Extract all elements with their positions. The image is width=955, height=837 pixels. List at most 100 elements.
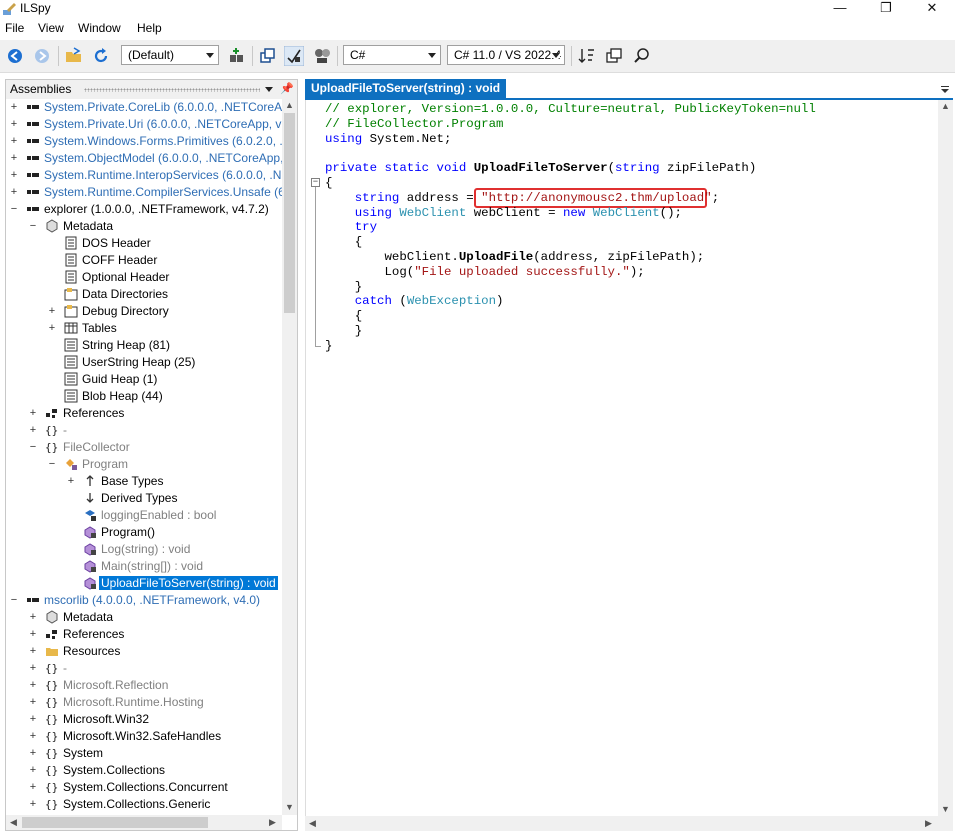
tree-node[interactable]: UploadFileToServer(string) : void bbox=[6, 575, 282, 592]
minimize-button[interactable]: — bbox=[817, 0, 863, 18]
scroll-left-icon[interactable]: ◀ bbox=[10, 817, 17, 828]
language-select[interactable]: C# bbox=[343, 45, 441, 65]
panel-options-chevron-icon[interactable] bbox=[265, 87, 273, 92]
assembly-tree[interactable]: + System.Private.CoreLib (6.0.0.0, .NETCo… bbox=[6, 99, 282, 815]
expand-icon[interactable]: + bbox=[29, 748, 37, 759]
pin-icon[interactable]: 📌 bbox=[280, 82, 294, 95]
scroll-down-icon[interactable]: ▼ bbox=[941, 804, 950, 814]
menu-help[interactable]: Help bbox=[137, 21, 162, 35]
tree-node[interactable]: COFF Header bbox=[6, 252, 282, 269]
tree-node[interactable]: + {} Microsoft.Win32 bbox=[6, 711, 282, 728]
collapse-icon[interactable]: − bbox=[10, 595, 18, 606]
tree-node[interactable]: Main(string[]) : void bbox=[6, 558, 282, 575]
back-icon[interactable] bbox=[5, 46, 25, 66]
expand-icon[interactable]: + bbox=[29, 765, 37, 776]
tree-node[interactable]: + {} System.Collections bbox=[6, 762, 282, 779]
scroll-left-icon[interactable]: ◀ bbox=[309, 818, 316, 829]
code-view[interactable]: − // explorer, Version=1.0.0.0, Culture=… bbox=[305, 100, 939, 816]
tree-node[interactable]: − explorer (1.0.0.0, .NETFramework, v4.7.… bbox=[6, 201, 282, 218]
expand-icon[interactable]: + bbox=[10, 102, 18, 113]
fold-toggle-icon[interactable]: − bbox=[311, 178, 320, 187]
expand-icon[interactable]: + bbox=[48, 323, 56, 334]
expand-icon[interactable]: + bbox=[29, 425, 37, 436]
code-horizontal-scrollbar[interactable]: ◀ ▶ bbox=[305, 816, 938, 831]
tree-vertical-scrollbar[interactable]: ▲ ▼ bbox=[282, 99, 297, 815]
collapse-icon[interactable]: − bbox=[29, 442, 37, 453]
tab-list-chevron-icon[interactable] bbox=[941, 89, 949, 93]
tree-node[interactable]: UserString Heap (25) bbox=[6, 354, 282, 371]
scroll-right-icon[interactable]: ▶ bbox=[925, 818, 932, 829]
expand-icon[interactable]: + bbox=[10, 170, 18, 181]
tree-node[interactable]: + References bbox=[6, 405, 282, 422]
expand-icon[interactable]: + bbox=[48, 306, 56, 317]
assembly-list-select[interactable]: (Default) bbox=[121, 45, 219, 65]
menu-window[interactable]: Window bbox=[78, 21, 121, 35]
sort-icon[interactable] bbox=[577, 46, 597, 66]
tree-node[interactable]: + System.Private.CoreLib (6.0.0.0, .NETCo… bbox=[6, 99, 282, 116]
expand-icon[interactable]: + bbox=[29, 731, 37, 742]
expand-icon[interactable]: + bbox=[10, 187, 18, 198]
collapse-icon[interactable]: − bbox=[29, 221, 37, 232]
tree-node[interactable]: Log(string) : void bbox=[6, 541, 282, 558]
tree-node[interactable]: + Tables bbox=[6, 320, 282, 337]
expand-icon[interactable]: + bbox=[29, 646, 37, 657]
scroll-down-icon[interactable]: ▼ bbox=[285, 802, 294, 812]
tree-node[interactable]: + Base Types bbox=[6, 473, 282, 490]
tree-node[interactable]: −{} FileCollector bbox=[6, 439, 282, 456]
tree-node[interactable]: − Metadata bbox=[6, 218, 282, 235]
expand-icon[interactable]: + bbox=[29, 629, 37, 640]
open-folder-icon[interactable] bbox=[64, 46, 84, 66]
expand-icon[interactable]: + bbox=[29, 714, 37, 725]
expand-icon[interactable]: + bbox=[29, 697, 37, 708]
tree-node[interactable]: DOS Header bbox=[6, 235, 282, 252]
expand-icon[interactable]: + bbox=[10, 136, 18, 147]
tree-node[interactable]: + Resources bbox=[6, 643, 282, 660]
new-window-icon[interactable] bbox=[604, 46, 624, 66]
tree-horizontal-scrollbar[interactable]: ◀ ▶ bbox=[6, 815, 282, 830]
tree-node[interactable]: String Heap (81) bbox=[6, 337, 282, 354]
panel-grip[interactable] bbox=[84, 88, 260, 92]
tree-node[interactable]: + {} Microsoft.Reflection bbox=[6, 677, 282, 694]
add-assembly-icon[interactable] bbox=[227, 46, 247, 66]
tree-node[interactable]: Program() bbox=[6, 524, 282, 541]
menu-file[interactable]: File bbox=[5, 21, 24, 35]
restore-button[interactable]: ❐ bbox=[863, 0, 909, 18]
tree-node[interactable]: + System.ObjectModel (6.0.0.0, .NETCoreAp… bbox=[6, 150, 282, 167]
tree-node[interactable]: + {} - bbox=[6, 660, 282, 677]
tree-node[interactable]: + System.Private.Uri (6.0.0.0, .NETCoreAp… bbox=[6, 116, 282, 133]
expand-icon[interactable]: + bbox=[29, 408, 37, 419]
scroll-right-icon[interactable]: ▶ bbox=[269, 817, 276, 828]
tree-node[interactable]: Derived Types bbox=[6, 490, 282, 507]
expand-icon[interactable]: + bbox=[29, 663, 37, 674]
expand-icon[interactable]: + bbox=[29, 782, 37, 793]
tree-node[interactable]: loggingEnabled : bool bbox=[6, 507, 282, 524]
tree-node[interactable]: + {} Microsoft.Runtime.Hosting bbox=[6, 694, 282, 711]
tree-node[interactable]: + {} System bbox=[6, 745, 282, 762]
tree-node[interactable]: Data Directories bbox=[6, 286, 282, 303]
expand-icon[interactable]: + bbox=[10, 119, 18, 130]
tree-node[interactable]: + References bbox=[6, 626, 282, 643]
tree-node[interactable]: + System.Windows.Forms.Primitives (6.0.2.… bbox=[6, 133, 282, 150]
tree-node[interactable]: + {} - bbox=[6, 422, 282, 439]
collapse-all-icon[interactable] bbox=[258, 46, 278, 66]
language-version-select[interactable]: C# 11.0 / VS 2022.4 bbox=[447, 45, 565, 65]
scroll-up-icon[interactable]: ▲ bbox=[941, 101, 950, 111]
code-vertical-scrollbar[interactable]: ▲ ▼ bbox=[938, 100, 953, 831]
close-button[interactable]: ✕ bbox=[909, 0, 955, 18]
expand-icon[interactable]: + bbox=[29, 680, 37, 691]
tab-upload-file-to-server[interactable]: UploadFileToServer(string) : void bbox=[305, 79, 507, 98]
expand-icon[interactable]: + bbox=[10, 153, 18, 164]
reload-icon[interactable] bbox=[91, 46, 111, 66]
tree-node[interactable]: + {} System.Collections.Generic bbox=[6, 796, 282, 813]
search-icon[interactable] bbox=[632, 46, 652, 66]
tree-node[interactable]: Blob Heap (44) bbox=[6, 388, 282, 405]
tree-horizontal-scroll-thumb[interactable] bbox=[22, 817, 208, 828]
tree-node[interactable]: + {} System.Collections.Concurrent bbox=[6, 779, 282, 796]
forward-icon[interactable] bbox=[32, 46, 52, 66]
expand-icon[interactable]: + bbox=[29, 799, 37, 810]
tree-node[interactable]: + Metadata bbox=[6, 609, 282, 626]
tree-vertical-scroll-thumb[interactable] bbox=[284, 113, 295, 313]
tree-node[interactable]: + {} Microsoft.Win32.SafeHandles bbox=[6, 728, 282, 745]
tree-node[interactable]: − mscorlib (4.0.0.0, .NETFramework, v4.0) bbox=[6, 592, 282, 609]
expand-icon[interactable]: + bbox=[67, 476, 75, 487]
